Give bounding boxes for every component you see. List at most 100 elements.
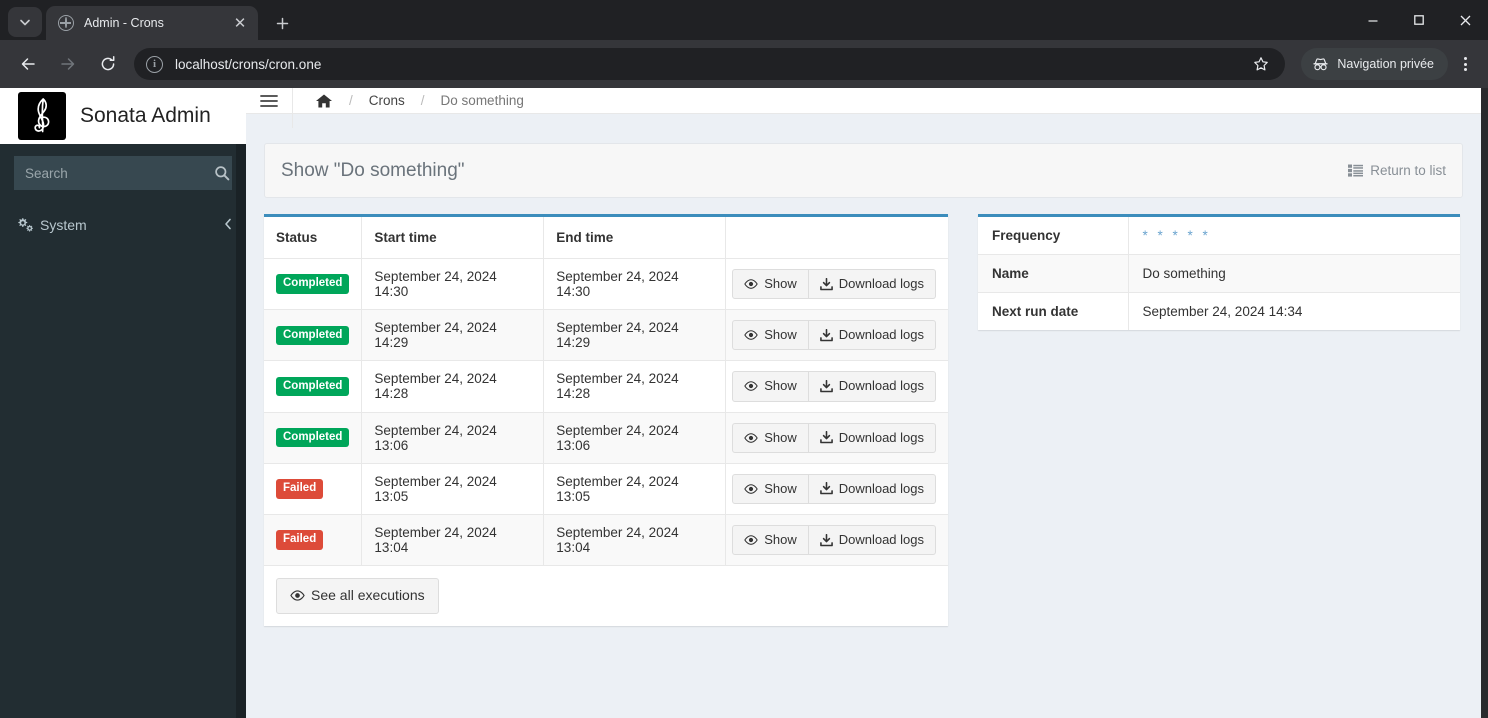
sidebar: Sonata Admin Search System: [0, 88, 246, 718]
download-logs-label: Download logs: [838, 327, 924, 343]
download-icon: [819, 277, 833, 291]
details-column: Frequency * * * * * Name Do something Next r…: [978, 214, 1460, 330]
url-text: localhost/crons/cron.one: [175, 56, 322, 72]
download-icon: [819, 533, 833, 547]
sidebar-scrollbar[interactable]: [236, 144, 246, 718]
address-bar[interactable]: i localhost/crons/cron.one: [134, 48, 1286, 80]
table-row: Completed September 24, 2024 14:29 Septemb…: [264, 309, 948, 362]
three-dots-icon[interactable]: [1450, 48, 1480, 80]
row-action-group: Show Download logs: [732, 269, 936, 300]
main-content: / Crons / Do something Show "Do somethin…: [246, 88, 1481, 718]
window-controls: [1350, 0, 1488, 40]
breadcrumb-separator: /: [349, 93, 353, 108]
row-action-group: Show Download logs: [732, 422, 936, 453]
show-button[interactable]: Show: [732, 422, 809, 453]
detail-key: Frequency: [978, 217, 1129, 255]
show-button[interactable]: Show: [732, 524, 809, 556]
show-button[interactable]: Show: [732, 320, 809, 351]
browser-tab[interactable]: Admin - Crons ✕: [46, 6, 258, 40]
page-viewport: Sonata Admin Search System / Crons / Do …: [0, 88, 1488, 718]
table-body: Completed September 24, 2024 14:30 Septemb…: [264, 258, 948, 567]
show-button[interactable]: Show: [732, 371, 809, 402]
show-button-label: Show: [764, 531, 797, 547]
show-button[interactable]: Show: [732, 269, 809, 300]
sidebar-item-label: System: [40, 217, 87, 233]
globe-icon: [58, 15, 74, 31]
brand-logo[interactable]: Sonata Admin: [0, 88, 246, 144]
table-head: Status Start time End time: [264, 217, 948, 259]
maximize-icon[interactable]: [1396, 0, 1442, 40]
see-all-executions-button[interactable]: See all executions: [276, 578, 439, 614]
info-icon[interactable]: i: [146, 55, 163, 73]
page-header: Show "Do something" Return to list: [264, 143, 1463, 198]
download-logs-button[interactable]: Download logs: [808, 320, 936, 351]
details-table: Frequency * * * * * Name Do something Next r…: [978, 217, 1460, 330]
page-scrollbar[interactable]: [1481, 88, 1488, 718]
list-icon: [1348, 164, 1364, 177]
status-badge: Completed: [276, 274, 350, 294]
download-logs-button[interactable]: Download logs: [808, 422, 936, 453]
return-to-list-button[interactable]: Return to list: [1348, 163, 1446, 178]
table-row: Completed September 24, 2024 14:28 Septemb…: [264, 360, 948, 413]
eye-icon: [744, 535, 758, 545]
status-badge: Completed: [276, 427, 350, 448]
reload-button[interactable]: [92, 48, 124, 80]
table-row: Failed September 24, 2024 13:04 September …: [264, 514, 948, 567]
table-row: Completed September 24, 2024 13:06 Septemb…: [264, 412, 948, 464]
browser-toolbar: i localhost/crons/cron.one Navigation pr…: [0, 40, 1488, 88]
download-logs-label: Download logs: [838, 378, 924, 394]
cell-status: Completed: [264, 258, 363, 311]
row-action-group: Show Download logs: [732, 320, 936, 351]
page-title: Show "Do something": [281, 159, 465, 181]
new-tab-button[interactable]: [268, 9, 296, 37]
search-box[interactable]: [14, 156, 232, 190]
column-header-start-time: Start time: [361, 217, 545, 259]
download-logs-button[interactable]: Download logs: [808, 269, 936, 300]
treble-clef-icon: [18, 92, 66, 140]
breadcrumb-item-crons[interactable]: Crons: [369, 93, 405, 108]
breadcrumb-item-current: Do something: [440, 93, 524, 108]
close-icon[interactable]: ✕: [230, 13, 250, 33]
breadcrumb: / Crons / Do something: [293, 93, 536, 109]
cell-status: Failed: [264, 514, 363, 567]
hamburger-icon[interactable]: [246, 88, 292, 128]
sidebar-item-system[interactable]: System: [0, 204, 246, 246]
incognito-indicator[interactable]: Navigation privée: [1301, 48, 1448, 80]
table-row: Completed September 24, 2024 14:30 Septemb…: [264, 258, 948, 311]
forward-button[interactable]: [52, 48, 84, 80]
search-input[interactable]: [15, 165, 212, 181]
detail-row: Frequency * * * * *: [978, 217, 1460, 255]
tab-search-button[interactable]: [8, 7, 42, 37]
cogs-icon: [16, 216, 40, 235]
close-icon[interactable]: [1442, 0, 1488, 40]
download-logs-button[interactable]: Download logs: [808, 371, 936, 402]
details-panel: Frequency * * * * * Name Do something Next r…: [978, 214, 1460, 330]
column-header-actions: [725, 217, 948, 259]
cell-start-time: September 24, 2024 13:06: [361, 412, 545, 464]
incognito-icon: [1313, 57, 1329, 70]
browser-window: Admin - Crons ✕ i localhost/crons/cron.o…: [0, 0, 1488, 718]
table-header-row: Status Start time End time: [264, 217, 948, 259]
eye-icon: [744, 330, 758, 341]
search-icon[interactable]: [212, 156, 231, 190]
detail-row: Name Do something: [978, 254, 1460, 293]
status-badge: Completed: [276, 376, 350, 397]
show-button-label: Show: [764, 276, 797, 291]
show-button[interactable]: Show: [732, 473, 809, 504]
minimize-icon[interactable]: [1350, 0, 1396, 40]
chevron-left-icon[interactable]: [224, 218, 232, 233]
plus-icon: [276, 17, 288, 29]
breadcrumb-separator-2: /: [420, 93, 425, 108]
star-icon[interactable]: [1247, 50, 1275, 78]
back-button[interactable]: [12, 48, 44, 80]
download-logs-button[interactable]: Download logs: [808, 524, 936, 556]
cell-actions: Show Download logs: [725, 514, 948, 567]
detail-value: Do something: [1128, 254, 1460, 293]
home-icon[interactable]: [315, 93, 333, 109]
detail-value: * * * * *: [1128, 217, 1460, 255]
reload-icon: [101, 56, 115, 71]
download-icon: [819, 482, 833, 495]
row-action-group: Show Download logs: [732, 371, 936, 402]
executions-footer: See all executions: [264, 566, 948, 626]
download-logs-button[interactable]: Download logs: [808, 473, 936, 504]
